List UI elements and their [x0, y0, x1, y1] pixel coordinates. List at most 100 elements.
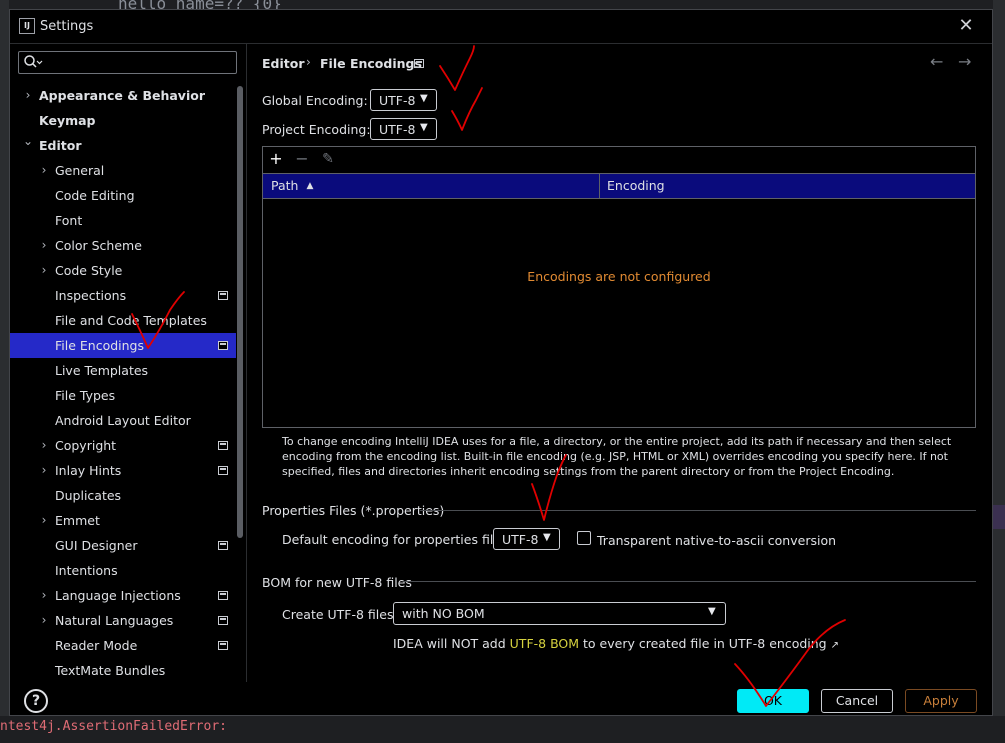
chevron-right-icon[interactable]: › [37, 258, 51, 283]
transparent-conversion-checkbox[interactable] [577, 531, 591, 545]
search-icon[interactable] [23, 54, 43, 70]
project-encoding-value: UTF-8 [379, 122, 416, 137]
sidebar-item-color-scheme[interactable]: › Color Scheme [10, 233, 236, 258]
breadcrumb-separator: › [306, 55, 311, 69]
project-scope-icon [218, 466, 228, 475]
ide-left-edge [0, 0, 9, 743]
sidebar-item-emmet[interactable]: › Emmet [10, 508, 236, 533]
sidebar-divider [246, 44, 247, 682]
intellij-icon: IJ [19, 18, 35, 34]
sidebar-item-keymap[interactable]: Keymap [10, 108, 236, 133]
properties-encoding-dropdown[interactable]: UTF-8 ▼ [493, 528, 560, 550]
sidebar-item-file-types[interactable]: File Types [10, 383, 236, 408]
apply-button[interactable]: Apply [905, 689, 977, 713]
sidebar-item-label: TextMate Bundles [55, 663, 166, 678]
properties-encoding-value: UTF-8 [502, 532, 539, 547]
sidebar-item-label: General [55, 163, 105, 178]
sidebar-item-file-encodings[interactable]: File Encodings [10, 333, 236, 358]
sidebar-item-code-style[interactable]: › Code Style [10, 258, 236, 283]
sidebar-item-label: Copyright [55, 438, 117, 453]
bom-hint-prefix: IDEA will NOT add [393, 636, 510, 651]
global-encoding-dropdown[interactable]: UTF-8 ▼ [370, 89, 437, 111]
sidebar-item-editor[interactable]: ⌄ Editor [10, 133, 236, 158]
create-utf8-label: Create UTF-8 files: [282, 607, 398, 622]
sidebar-item-label: Code Style [55, 263, 123, 278]
project-scope-icon [218, 591, 228, 600]
sidebar-item-language-injections[interactable]: › Language Injections [10, 583, 236, 608]
dropdown-arrow-icon: ▼ [420, 93, 428, 104]
breadcrumb-current: File Encodings [320, 56, 422, 71]
project-scope-icon [218, 616, 228, 625]
sidebar-item-label: Font [55, 213, 83, 228]
remove-icon[interactable]: − [292, 149, 312, 169]
search-input[interactable] [45, 53, 233, 72]
sidebar-item-file-and-code-templates[interactable]: File and Code Templates [10, 308, 236, 333]
bom-section-title: BOM for new UTF-8 files [262, 575, 412, 590]
project-scope-icon [218, 541, 228, 550]
chevron-right-icon[interactable]: › [37, 233, 51, 258]
ok-button[interactable]: OK [737, 689, 809, 713]
sidebar-item-font[interactable]: Font [10, 208, 236, 233]
sidebar-item-intentions[interactable]: Intentions [10, 558, 236, 583]
settings-search[interactable] [18, 51, 237, 74]
sidebar-item-label: Duplicates [55, 488, 122, 503]
sidebar-item-code-editing[interactable]: Code Editing [10, 183, 236, 208]
bom-dropdown[interactable]: with NO BOM ▼ [393, 602, 726, 625]
project-scope-icon [218, 291, 228, 300]
sidebar-item-label: Keymap [39, 113, 96, 128]
sidebar-item-general[interactable]: › General [10, 158, 236, 183]
back-arrow-icon[interactable]: ← [930, 52, 943, 71]
chevron-right-icon[interactable]: › [37, 158, 51, 183]
bom-hint-suffix: to every created file in UTF-8 encoding [579, 636, 827, 651]
chevron-right-icon[interactable]: › [37, 433, 51, 458]
sidebar-item-natural-languages[interactable]: › Natural Languages [10, 608, 236, 633]
sidebar-item-duplicates[interactable]: Duplicates [10, 483, 236, 508]
sidebar-item-copyright[interactable]: › Copyright [10, 433, 236, 458]
empty-table-message: Encodings are not configured [527, 269, 711, 284]
sidebar-item-inspections[interactable]: Inspections [10, 283, 236, 308]
transparent-conversion-label[interactable]: Transparent native-to-ascii conversion [597, 533, 836, 548]
chevron-down-icon[interactable]: ⌄ [21, 129, 35, 154]
chevron-right-icon[interactable]: › [21, 83, 35, 108]
global-encoding-label: Global Encoding: [262, 93, 368, 108]
sidebar-item-label: Emmet [55, 513, 100, 528]
window-title: Settings [40, 19, 94, 34]
default-encoding-label: Default encoding for properties files: [282, 532, 512, 547]
project-encoding-dropdown[interactable]: UTF-8 ▼ [370, 118, 437, 140]
breadcrumb-editor[interactable]: Editor [262, 56, 305, 71]
sidebar-item-label: Intentions [55, 563, 118, 578]
column-header-encoding[interactable]: Encoding [607, 174, 665, 198]
cancel-button[interactable]: Cancel [821, 689, 893, 713]
edit-icon[interactable]: ✎ [318, 149, 338, 169]
sidebar-item-label: Reader Mode [55, 638, 138, 653]
file-encodings-table: + − ✎ Path ▲ Encoding Encodings are not … [262, 146, 976, 428]
close-icon[interactable]: ✕ [955, 15, 977, 37]
chevron-right-icon[interactable]: › [37, 583, 51, 608]
forward-arrow-icon[interactable]: → [958, 52, 971, 71]
chevron-right-icon[interactable]: › [37, 458, 51, 483]
chevron-right-icon[interactable]: › [37, 608, 51, 633]
sidebar-item-reader-mode[interactable]: Reader Mode [10, 633, 236, 658]
sidebar-item-gui-designer[interactable]: GUI Designer [10, 533, 236, 558]
sidebar-item-label: Color Scheme [55, 238, 142, 253]
tree-scrollbar-thumb[interactable] [237, 86, 243, 538]
project-scope-icon [414, 59, 424, 68]
sidebar-item-label: File Encodings [55, 338, 145, 353]
add-icon[interactable]: + [266, 149, 286, 169]
sidebar-item-label: Code Editing [55, 188, 135, 203]
settings-dialog: IJ Settings ✕ › Appearance & Behavior Keym… [9, 9, 993, 716]
sidebar-item-label: Inlay Hints [55, 463, 122, 478]
sort-ascending-icon: ▲ [306, 181, 314, 191]
ide-right-highlight [993, 505, 1005, 529]
help-button[interactable]: ? [24, 689, 48, 713]
sidebar-item-textmate-bundles[interactable]: TextMate Bundles [10, 658, 236, 681]
sidebar-item-inlay-hints[interactable]: › Inlay Hints [10, 458, 236, 483]
sidebar-item-appearance-and-behavior[interactable]: › Appearance & Behavior [10, 83, 236, 108]
utf8-bom-link[interactable]: UTF-8 BOM [510, 636, 579, 651]
chevron-right-icon[interactable]: › [37, 508, 51, 533]
sidebar-item-label: Live Templates [55, 363, 149, 378]
external-link-icon[interactable]: ↗ [831, 640, 839, 651]
sidebar-item-live-templates[interactable]: Live Templates [10, 358, 236, 383]
column-header-path[interactable]: Path ▲ [271, 174, 313, 198]
sidebar-item-android-layout-editor[interactable]: Android Layout Editor [10, 408, 236, 433]
